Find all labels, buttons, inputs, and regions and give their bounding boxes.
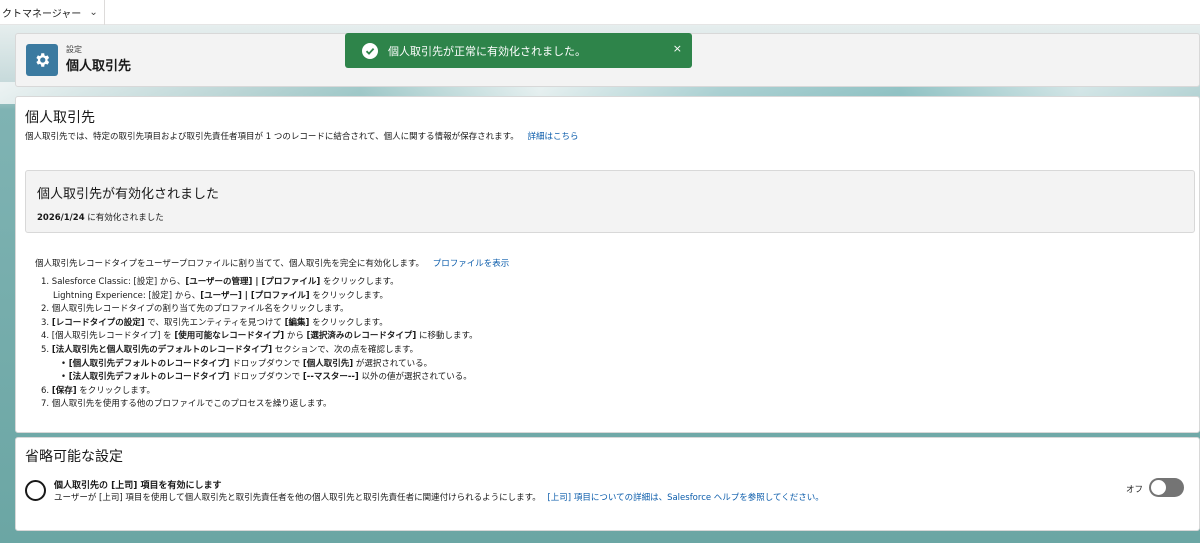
- step-text: Lightning Experience: [設定] から、: [53, 290, 201, 301]
- step-text: ドロップダウンで: [229, 372, 303, 383]
- step-bold: [個人取引先]: [302, 358, 354, 369]
- step-1b: Lightning Experience: [設定] から、[ユーザー] | […: [41, 290, 478, 304]
- step-text: 1. Salesforce Classic: [設定] から、: [41, 277, 186, 287]
- step-bold: [法人取引先デフォルトのレコードタイプ]: [68, 372, 230, 383]
- status-date-line: 2026/1/24 に有効化されました: [37, 211, 164, 223]
- option-desc-text: ユーザーが [上司] 項目を使用して個人取引先と取引先責任者を他の個人取引先と取…: [54, 493, 541, 503]
- step-bold: [法人取引先と個人取引先のデフォルトのレコードタイプ]: [51, 344, 273, 355]
- page-title: 個人取引先: [66, 59, 132, 74]
- step-text: ドロップダウンで: [229, 358, 303, 369]
- status-box: 個人取引先が有効化されました 2026/1/24 に有効化されました: [25, 170, 1195, 233]
- intro-text: 個人取引先では、特定の取引先項目および取引先責任者項目が 1 つのレコードに結合…: [25, 130, 579, 142]
- step-bold: [ユーザーの管理] | [プロファイル]: [185, 277, 321, 287]
- step-text: から: [284, 331, 307, 342]
- main-card: 個人取引先 個人取引先では、特定の取引先項目および取引先責任者項目が 1 つのレ…: [15, 96, 1200, 433]
- status-date: 2026/1/24: [37, 213, 85, 223]
- status-date-suffix: に有効化されました: [84, 213, 164, 223]
- toast-message: 個人取引先が正常に有効化されました。: [388, 44, 586, 58]
- optional-settings-card: 省略可能な設定 個人取引先の [上司] 項目を有効にします ユーザーが [上司]…: [15, 437, 1200, 531]
- step-text: 以外の値が選択されている。: [358, 372, 472, 383]
- step-bold: [レコードタイプの設定]: [51, 317, 145, 328]
- step-3: 3. [レコードタイプの設定] で、取引先エンティティを見つけて [編集] をク…: [41, 317, 478, 331]
- step-2: 2. 個人取引先レコードタイプの割り当て先のプロファイル名をクリックします。: [41, 303, 478, 317]
- intro-body: 個人取引先では、特定の取引先項目および取引先責任者項目が 1 つのレコードに結合…: [25, 132, 519, 142]
- step-text: に移動します。: [416, 331, 478, 342]
- manager-field-toggle[interactable]: [1149, 478, 1184, 497]
- toggle-label: オフ: [1126, 485, 1144, 495]
- step-bold: [--マスター--]: [302, 372, 359, 383]
- step-bold: [編集]: [284, 317, 310, 328]
- step-bold: [選択済みのレコードタイプ]: [306, 331, 417, 342]
- step-6: 6. [保存] をクリックします。: [41, 385, 478, 399]
- section-title: 個人取引先: [25, 110, 95, 126]
- chevron-down-icon[interactable]: ⌄: [89, 7, 97, 18]
- step-text: 7. 個人取引先を使用する他のプロファイルでこのプロセスを繰り返します。: [41, 399, 332, 410]
- step-5: 5. [法人取引先と個人取引先のデフォルトのレコードタイプ] セクションで、次の…: [41, 344, 478, 358]
- top-bar: クトマネージャー ⌄: [0, 0, 1200, 25]
- step-bold: [個人取引先デフォルトのレコードタイプ]: [68, 358, 230, 369]
- close-icon[interactable]: ×: [673, 42, 682, 55]
- step-text: で、取引先エンティティを見つけて: [144, 317, 285, 328]
- optional-settings-title: 省略可能な設定: [25, 449, 123, 465]
- step-text: 3.: [41, 317, 52, 328]
- step-4: 4. [個人取引先レコードタイプ] を [使用可能なレコードタイプ] から [選…: [41, 330, 478, 344]
- step-text: をクリックします。: [76, 385, 155, 396]
- toggle-knob: [1151, 480, 1166, 495]
- header-kicker: 設定: [66, 45, 82, 54]
- step-5a: • [個人取引先デフォルトのレコードタイプ] ドロップダウンで [個人取引先] …: [41, 358, 478, 372]
- step-bold: [保存]: [51, 385, 77, 396]
- step-text: 5.: [41, 344, 52, 355]
- gear-icon: [26, 44, 58, 76]
- bullet: •: [61, 372, 67, 383]
- radio-icon[interactable]: [25, 480, 46, 501]
- status-title: 個人取引先が有効化されました: [37, 187, 220, 202]
- steps-list: 1. Salesforce Classic: [設定] から、[ユーザーの管理]…: [41, 276, 478, 412]
- step-text: 4. [個人取引先レコードタイプ] を: [41, 331, 175, 342]
- step-bold: [ユーザー] | [プロファイル]: [200, 290, 310, 301]
- step-text: をクリックします。: [309, 290, 389, 301]
- option-description: ユーザーが [上司] 項目を使用して個人取引先と取引先責任者を他の個人取引先と取…: [54, 491, 824, 503]
- step-text: 6.: [41, 385, 52, 396]
- step-text: セクションで、次の点を確認します。: [272, 344, 419, 355]
- option-name: 個人取引先の [上司] 項目を有効にします: [54, 481, 222, 491]
- view-profiles-link[interactable]: プロファイルを表示: [433, 259, 510, 269]
- step-text: が選択されている。: [353, 358, 433, 369]
- check-icon: [362, 42, 378, 59]
- step-text: 2. 個人取引先レコードタイプの割り当て先のプロファイル名をクリックします。: [41, 304, 349, 315]
- assign-body: 個人取引先レコードタイプをユーザープロファイルに割り当てて、個人取引先を完全に有…: [35, 259, 425, 269]
- learn-more-link[interactable]: 詳細はこちら: [528, 132, 579, 142]
- app-navigation-tab[interactable]: クトマネージャー ⌄: [0, 0, 105, 25]
- assign-text: 個人取引先レコードタイプをユーザープロファイルに割り当てて、個人取引先を完全に有…: [35, 257, 509, 269]
- step-bold: [使用可能なレコードタイプ]: [174, 331, 285, 342]
- manager-help-link[interactable]: [上司] 項目についての詳細は、Salesforce ヘルプを参照してください。: [547, 493, 823, 503]
- bullet: •: [61, 358, 67, 369]
- step-1a: 1. Salesforce Classic: [設定] から、[ユーザーの管理]…: [41, 276, 478, 290]
- step-text: をクリックします。: [309, 317, 388, 328]
- step-5b: • [法人取引先デフォルトのレコードタイプ] ドロップダウンで [--マスター-…: [41, 371, 478, 385]
- step-text: をクリックします。: [320, 277, 399, 287]
- app-name: クトマネージャー: [2, 9, 82, 20]
- step-7: 7. 個人取引先を使用する他のプロファイルでこのプロセスを繰り返します。: [41, 398, 478, 412]
- success-toast: 個人取引先が正常に有効化されました。 ×: [345, 33, 692, 68]
